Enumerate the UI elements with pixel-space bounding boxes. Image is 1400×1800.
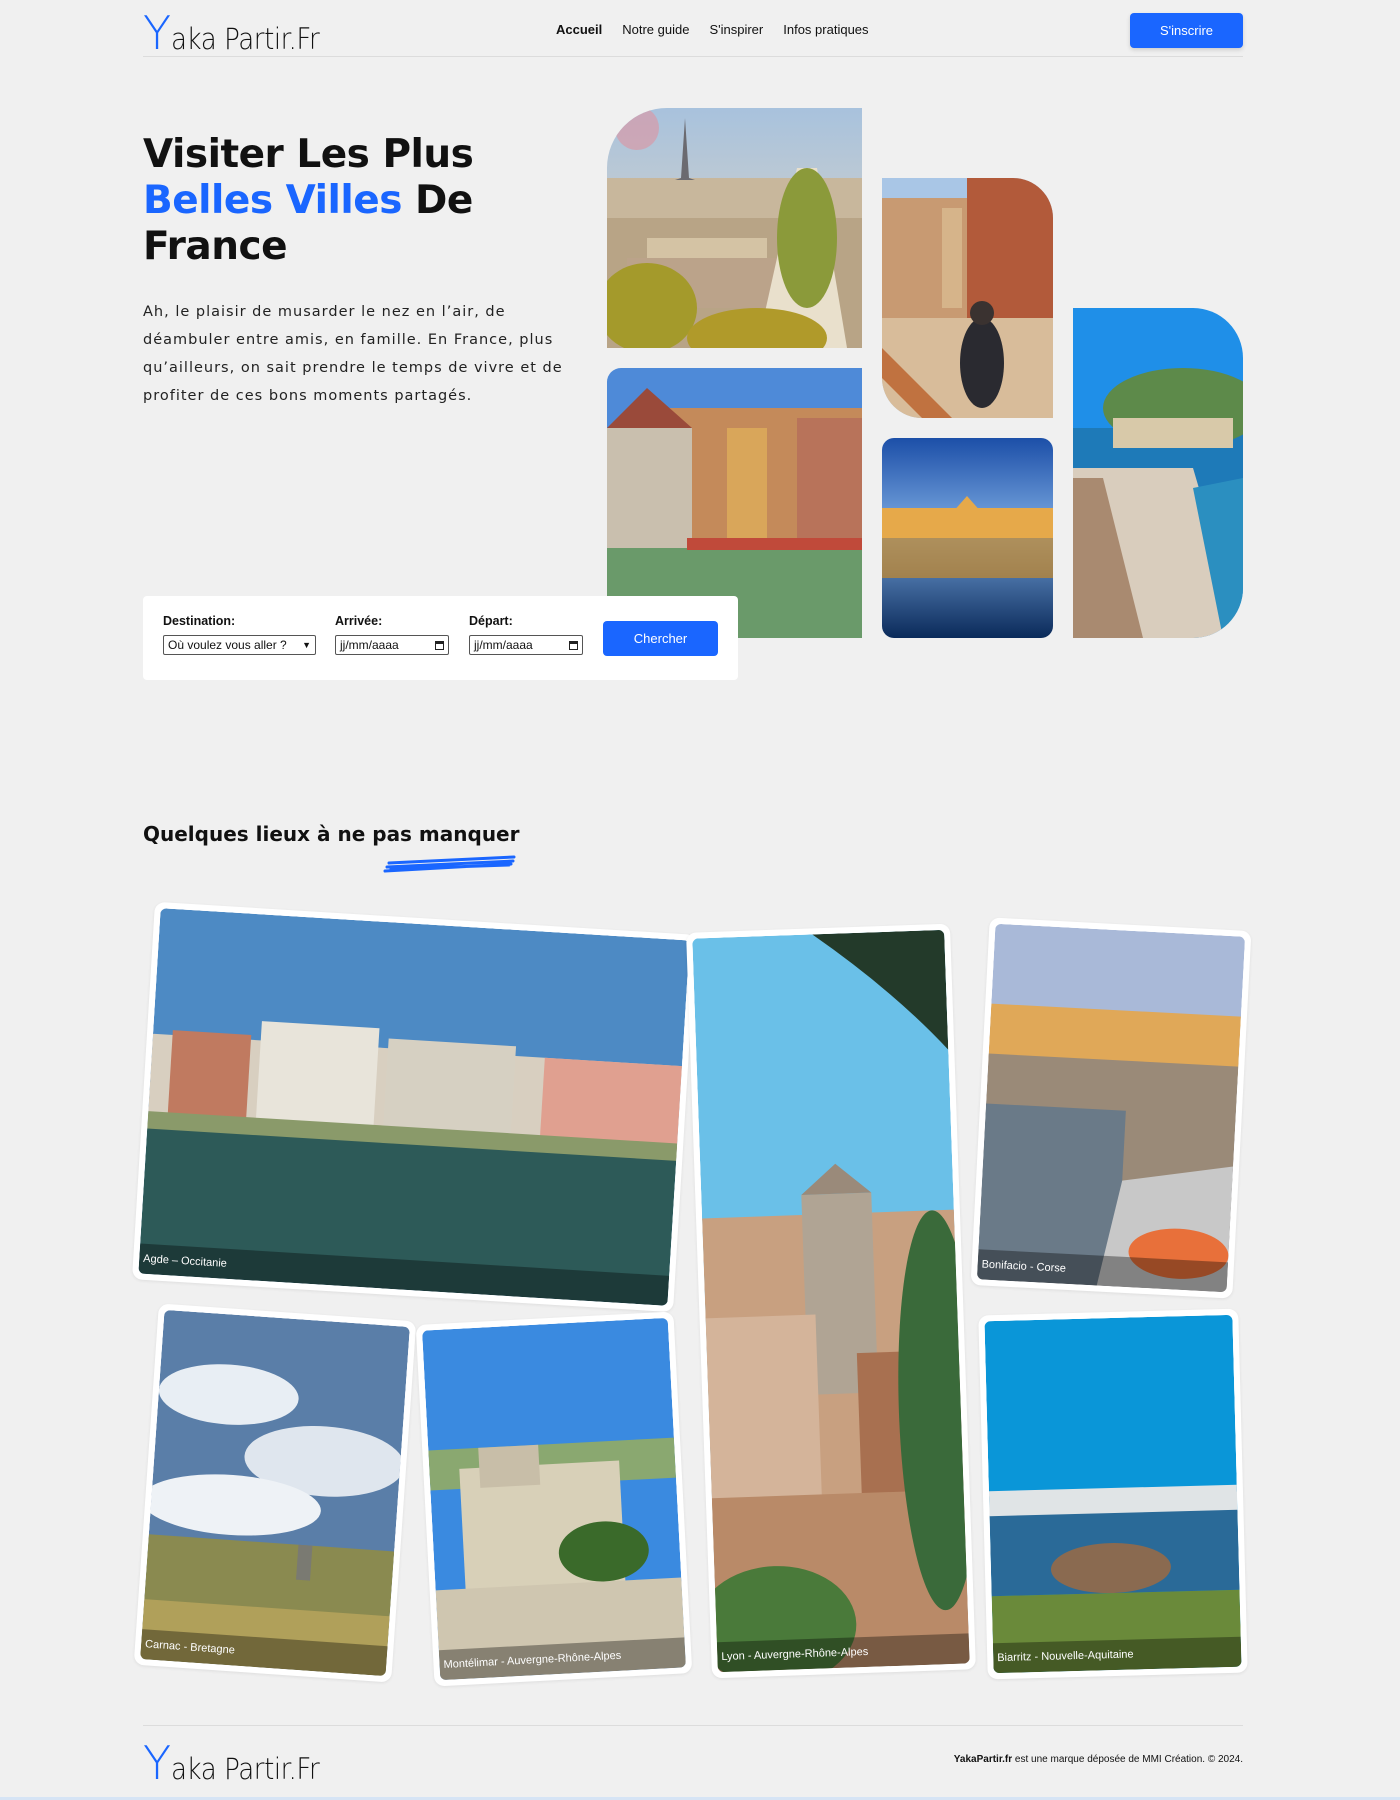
signup-button[interactable]: S'inscrire xyxy=(1130,13,1243,48)
site-header: Y aka Partir.Fr Accueil Notre guide S'in… xyxy=(143,0,1243,57)
calendar-icon xyxy=(435,640,444,650)
copyright: YakaPartir.fr est une marque déposée de … xyxy=(954,1754,1243,1765)
departure-date-placeholder: jj/mm/aaaa xyxy=(474,638,533,652)
footer-brand: YakaPartir.fr xyxy=(953,1754,1013,1765)
card-caption: Biarritz - Nouvelle-Aquitaine xyxy=(992,1636,1242,1674)
hero-title-line2: De xyxy=(401,178,473,223)
footer-divider xyxy=(143,1725,1243,1726)
place-card-biarritz[interactable]: Biarritz - Nouvelle-Aquitaine xyxy=(978,1308,1248,1680)
logo-text: aka Partir.Fr xyxy=(171,1752,320,1787)
bordeaux-photo xyxy=(882,438,1053,638)
hero-title-line1: Visiter Les Plus xyxy=(143,132,474,177)
arrival-date-placeholder: jj/mm/aaaa xyxy=(340,638,399,652)
destination-field-group: Destination: Où voulez vous aller ? ▼ xyxy=(163,614,316,655)
nav-infos-pratiques[interactable]: Infos pratiques xyxy=(783,22,868,37)
hero-description: Ah, le plaisir de musarder le nez en l’a… xyxy=(143,304,563,404)
calendar-icon xyxy=(569,640,578,650)
hero-title: Visiter Les Plus Belles Villes De France xyxy=(143,132,583,270)
departure-date-input[interactable]: jj/mm/aaaa xyxy=(469,635,583,655)
logo-text: aka Partir.Fr xyxy=(171,22,320,57)
arrival-label: Arrivée: xyxy=(335,614,383,628)
logo[interactable]: Y aka Partir.Fr xyxy=(143,10,336,56)
place-card-montelimar[interactable]: Montélimar - Auvergne-Rhône-Alpes xyxy=(415,1311,693,1687)
place-card-agde[interactable]: Agde – Occitanie xyxy=(131,901,697,1313)
place-card-bonifacio[interactable]: Bonifacio - Corse xyxy=(970,917,1252,1299)
lille-photo xyxy=(882,178,1053,418)
hero-title-line3: France xyxy=(143,224,288,269)
hero-title-highlight: Belles Villes xyxy=(143,178,402,223)
arrival-field-group: Arrivée: jj/mm/aaaa xyxy=(335,614,449,655)
place-card-carnac[interactable]: Carnac - Bretagne xyxy=(133,1303,417,1683)
nav-accueil[interactable]: Accueil xyxy=(556,22,602,37)
place-card-lyon[interactable]: Lyon - Auvergne-Rhône-Alpes xyxy=(686,923,976,1679)
scribble-underline xyxy=(383,855,516,873)
footer-logo[interactable]: Y aka Partir.Fr xyxy=(143,1740,336,1786)
main-nav: Accueil Notre guide S'inspirer Infos pra… xyxy=(556,22,869,37)
destination-select-value: Où voulez vous aller ? xyxy=(168,638,287,652)
destination-label: Destination: xyxy=(163,614,236,628)
logo-y: Y xyxy=(143,1736,171,1790)
destination-select[interactable]: Où voulez vous aller ? ▼ xyxy=(163,635,316,655)
departure-label: Départ: xyxy=(469,614,513,628)
chevron-down-icon: ▼ xyxy=(302,640,311,650)
departure-field-group: Départ: jj/mm/aaaa xyxy=(469,614,583,655)
arrival-date-input[interactable]: jj/mm/aaaa xyxy=(335,635,449,655)
nice-photo xyxy=(1073,308,1243,638)
search-form: Destination: Où voulez vous aller ? ▼ Ar… xyxy=(143,596,738,680)
nav-sinspirer[interactable]: S'inspirer xyxy=(709,22,763,37)
nav-notre-guide[interactable]: Notre guide xyxy=(622,22,689,37)
places-title: Quelques lieux à ne pas manquer xyxy=(143,822,520,846)
logo-y: Y xyxy=(143,6,171,60)
search-button[interactable]: Chercher xyxy=(603,621,718,656)
paris-photo xyxy=(607,108,862,348)
footer-copyright-text: est une marque déposée de MMI Création. … xyxy=(1012,1754,1243,1765)
